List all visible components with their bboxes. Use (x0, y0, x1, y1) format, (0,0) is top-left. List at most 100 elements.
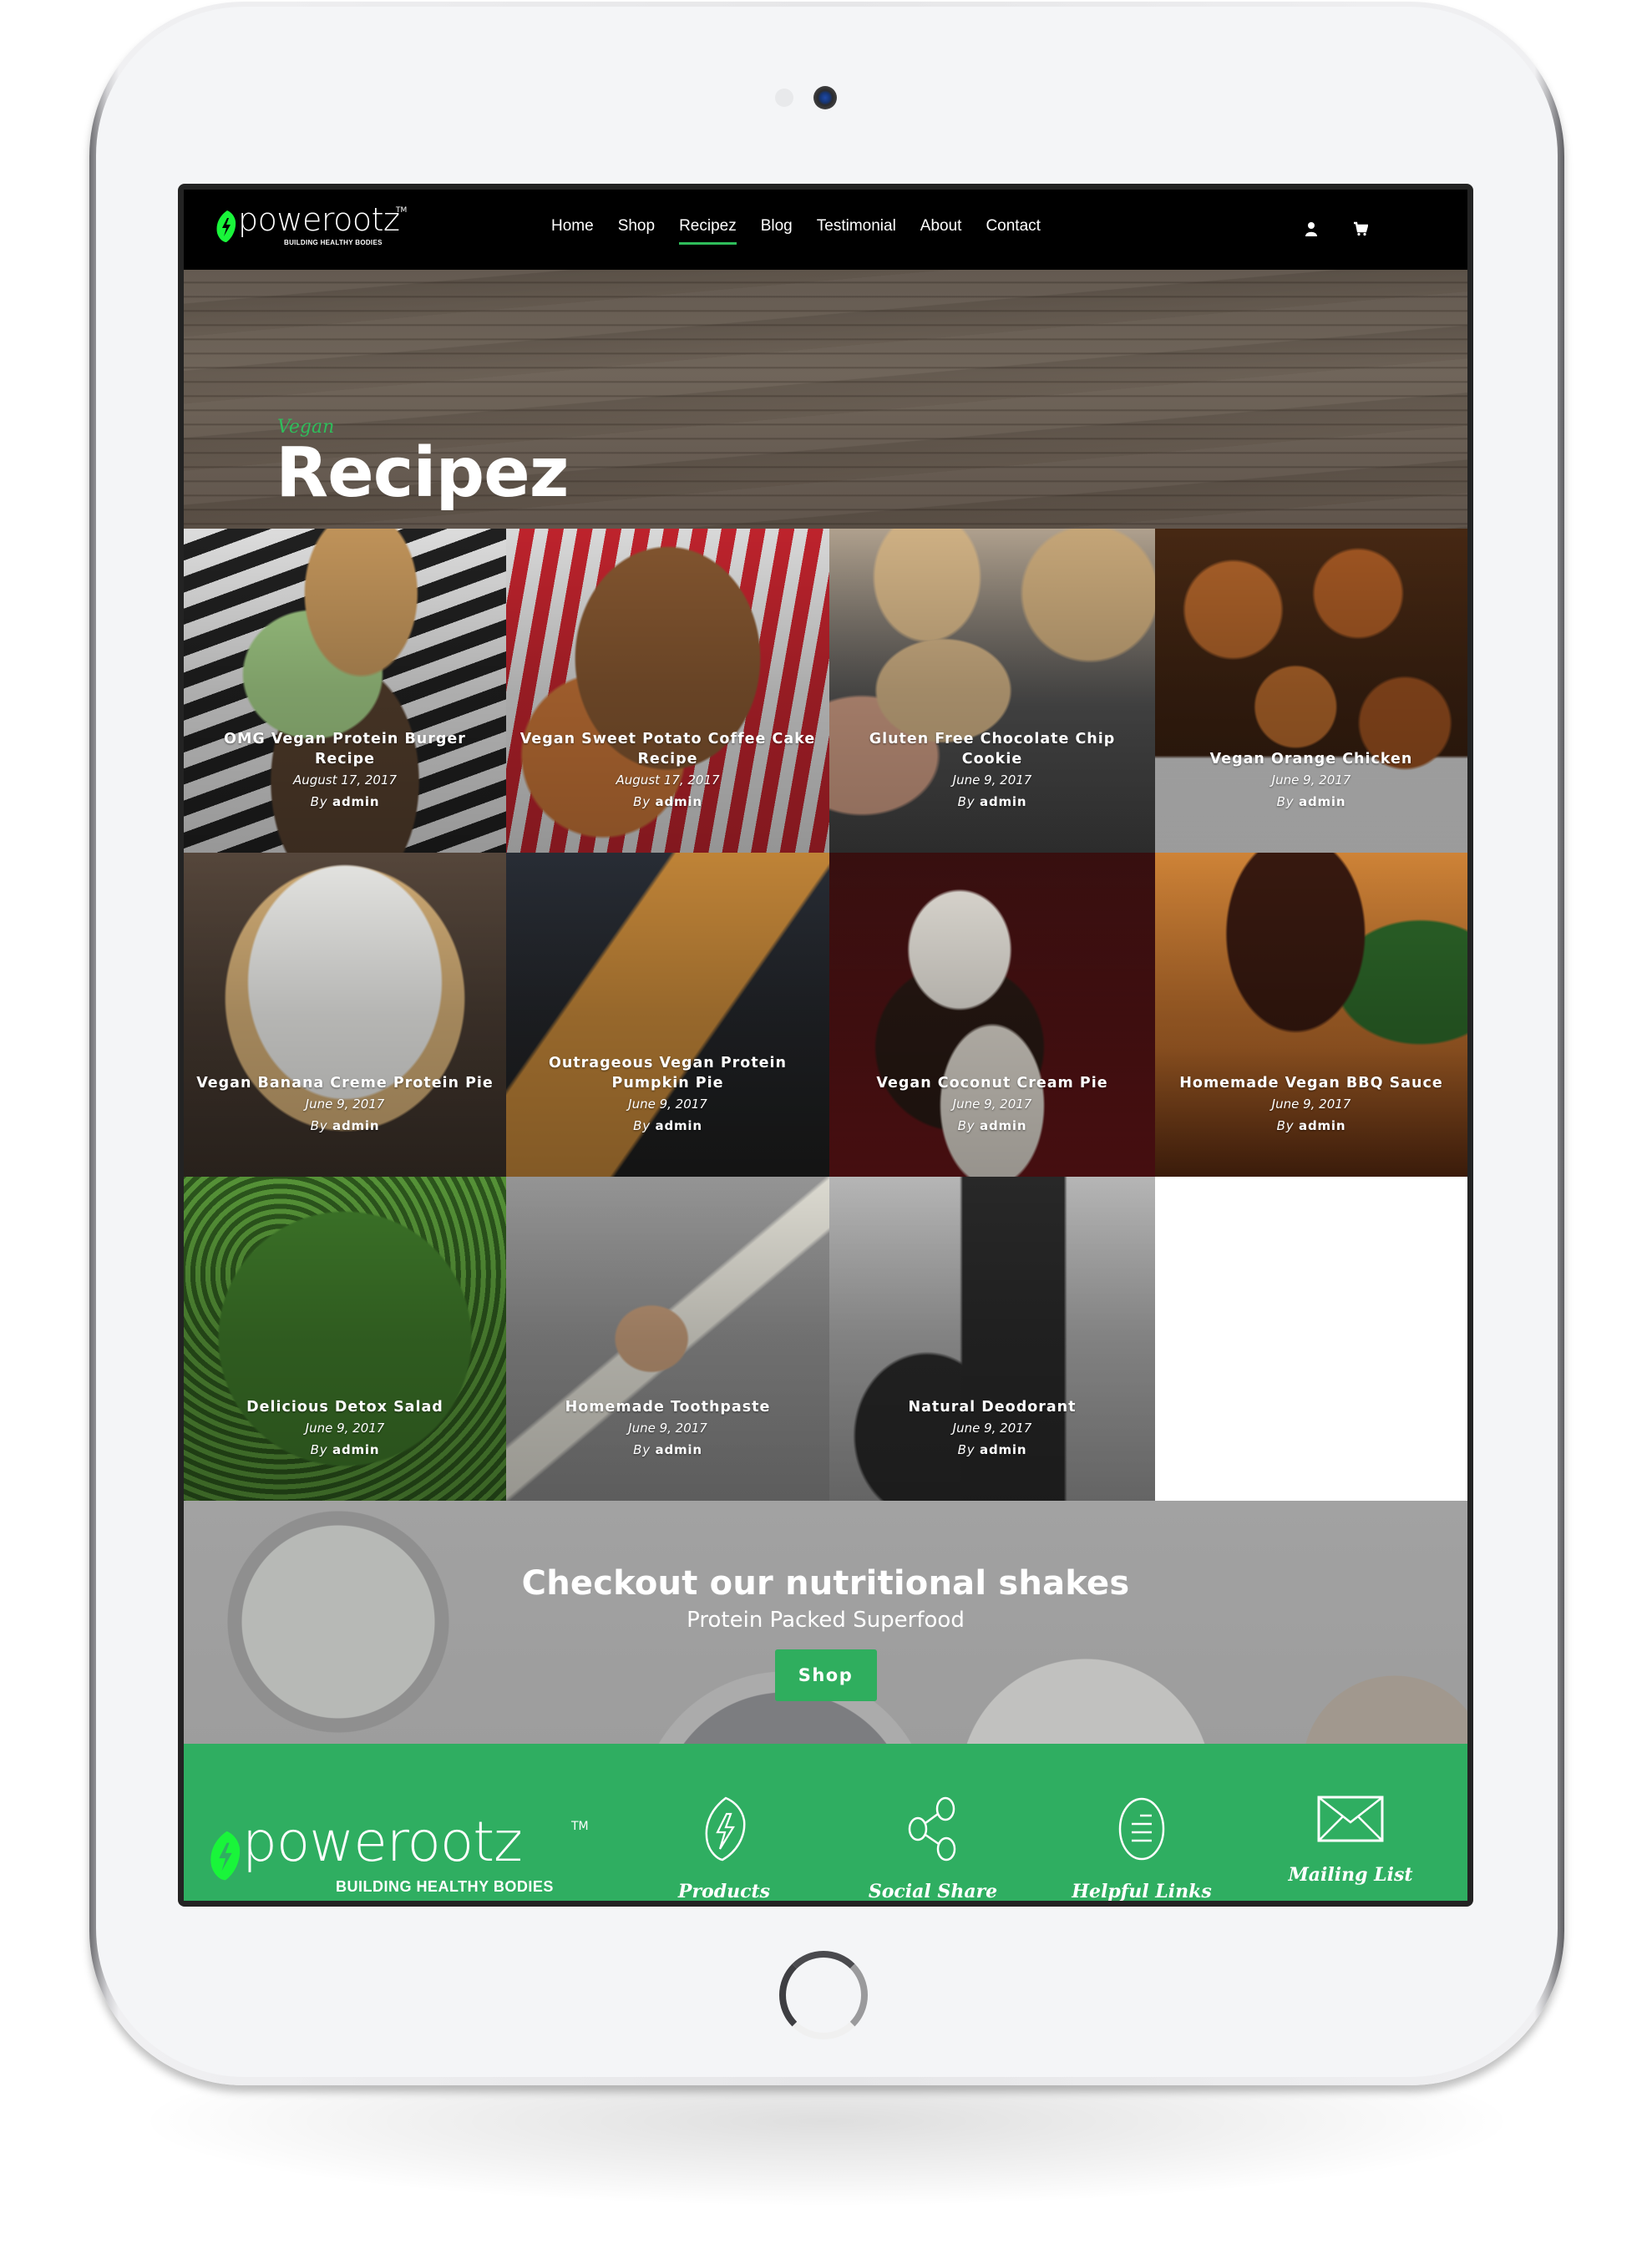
by-label: By (957, 1118, 975, 1133)
author-link[interactable]: admin (980, 1442, 1026, 1457)
page-title: Recipez (276, 433, 570, 513)
by-label: By (957, 1442, 975, 1457)
by-label: By (310, 794, 328, 809)
recipe-card[interactable]: Gluten Free Chocolate Chip Cookie June 9,… (829, 529, 1155, 853)
nav-item-home[interactable]: Home (551, 217, 594, 236)
nav-item-contact[interactable]: Contact (986, 217, 1040, 236)
leaf-bolt-icon (216, 210, 236, 242)
recipe-caption: Homemade Toothpaste June 9, 2017 By admin (518, 1397, 818, 1457)
recipe-date: June 9, 2017 (305, 1421, 385, 1436)
recipe-author: By admin (518, 1118, 818, 1133)
share-icon (908, 1796, 956, 1862)
by-label: By (310, 1442, 328, 1457)
cta-subtitle: Protein Packed Superfood (687, 1608, 965, 1633)
home-button[interactable] (779, 1951, 868, 2039)
recipe-title[interactable]: OMG Vegan Protein Burger Recipe (195, 729, 494, 769)
author-link[interactable]: admin (656, 1442, 702, 1457)
recipe-title[interactable]: Gluten Free Chocolate Chip Cookie (841, 729, 1143, 769)
footer-label: Helpful Links (1072, 1881, 1212, 1901)
recipe-author: By admin (195, 1442, 494, 1457)
recipe-caption: Delicious Detox Salad June 9, 2017 By admi… (195, 1397, 494, 1457)
recipe-title[interactable]: Delicious Detox Salad (195, 1397, 494, 1417)
recipe-card[interactable]: Natural Deodorant June 9, 2017 By admin (829, 1177, 1155, 1501)
recipe-card[interactable]: Vegan Sweet Potato Coffee Cake Recipe Aug… (506, 529, 829, 853)
recipe-title[interactable]: Homemade Vegan BBQ Sauce (1167, 1073, 1456, 1093)
cart-icon[interactable] (1353, 221, 1368, 236)
author-link[interactable]: admin (332, 1442, 379, 1457)
recipe-card[interactable]: Outrageous Vegan Protein Pumpkin Pie June… (506, 853, 829, 1177)
leaf-bolt-icon (210, 1831, 241, 1881)
user-icon[interactable] (1304, 221, 1319, 236)
recipe-card[interactable]: Homemade Vegan BBQ Sauce June 9, 2017 By a… (1155, 853, 1467, 1177)
top-navigation: powerootz TM BUILDING HEALTHY BODIES Hom… (184, 190, 1467, 270)
recipe-card[interactable]: Vegan Banana Creme Protein Pie June 9, 20… (184, 853, 506, 1177)
nav-item-about[interactable]: About (920, 217, 962, 236)
nav-item-shop[interactable]: Shop (618, 217, 655, 236)
by-label: By (633, 1118, 651, 1133)
recipe-card[interactable]: Delicious Detox Salad June 9, 2017 By admi… (184, 1177, 506, 1501)
recipe-title[interactable]: Outrageous Vegan Protein Pumpkin Pie (518, 1053, 818, 1093)
recipe-author: By admin (195, 1118, 494, 1133)
footer-label: Products (677, 1881, 771, 1901)
author-link[interactable]: admin (656, 1118, 702, 1133)
empty-grid-cell (1155, 1177, 1467, 1501)
recipe-caption: OMG Vegan Protein Burger Recipe August 17… (195, 729, 494, 809)
footer-wordmark: powerootz (242, 1810, 523, 1874)
author-link[interactable]: admin (980, 794, 1026, 809)
author-link[interactable]: admin (332, 794, 379, 809)
recipe-caption: Vegan Banana Creme Protein Pie June 9, 20… (195, 1073, 494, 1133)
footer: powerootz TM BUILDING HEALTHY BODIES Pro… (184, 1744, 1467, 1901)
recipe-caption: Natural Deodorant June 9, 2017 By admin (841, 1397, 1143, 1457)
recipe-title[interactable]: Natural Deodorant (841, 1397, 1143, 1417)
trademark: TM (396, 206, 408, 215)
recipe-author: By admin (1167, 1118, 1456, 1133)
recipe-card[interactable]: Vegan Coconut Cream Pie June 9, 2017 By ad… (829, 853, 1155, 1177)
recipe-caption: Vegan Sweet Potato Coffee Cake Recipe Aug… (518, 729, 818, 809)
shakes-cta-banner: Checkout our nutritional shakes Protein … (184, 1501, 1467, 1744)
recipe-date: June 9, 2017 (305, 1097, 385, 1112)
footer-tagline: BUILDING HEALTHY BODIES (336, 1878, 554, 1895)
footer-col-products[interactable]: Products (641, 1796, 808, 1901)
by-label: By (633, 794, 651, 809)
footer-col-mailing[interactable]: Mailing List (1267, 1796, 1434, 1886)
recipe-author: By admin (841, 794, 1143, 809)
nav-item-blog[interactable]: Blog (761, 217, 793, 236)
list-circle-icon (1118, 1797, 1165, 1861)
recipe-date: June 9, 2017 (628, 1097, 707, 1112)
envelope-icon (1317, 1796, 1384, 1842)
cta-title: Checkout our nutritional shakes (521, 1564, 1130, 1603)
author-link[interactable]: admin (980, 1118, 1026, 1133)
recipe-title[interactable]: Homemade Toothpaste (518, 1397, 818, 1417)
recipe-title[interactable]: Vegan Orange Chicken (1167, 749, 1456, 769)
recipe-caption: Homemade Vegan BBQ Sauce June 9, 2017 By a… (1167, 1073, 1456, 1133)
brand-tagline: BUILDING HEALTHY BODIES (284, 239, 383, 246)
recipe-title[interactable]: Vegan Coconut Cream Pie (841, 1073, 1143, 1093)
by-label: By (957, 794, 975, 809)
footer-trademark: TM (571, 1820, 589, 1833)
footer-label: Mailing List (1288, 1864, 1413, 1886)
recipe-date: June 9, 2017 (952, 772, 1032, 788)
nav-item-recipez[interactable]: Recipez (679, 217, 737, 245)
footer-col-links[interactable]: Helpful Links (1058, 1796, 1225, 1901)
recipe-title[interactable]: Vegan Banana Creme Protein Pie (195, 1073, 494, 1093)
nav-item-testimonial[interactable]: Testimonial (817, 217, 896, 236)
by-label: By (1276, 1118, 1295, 1133)
recipe-card[interactable]: Vegan Orange Chicken June 9, 2017 By admin (1155, 529, 1467, 853)
recipe-date: August 17, 2017 (292, 772, 398, 788)
cta-content: Checkout our nutritional shakes Protein … (184, 1564, 1467, 1701)
recipe-author: By admin (841, 1118, 1143, 1133)
author-link[interactable]: admin (332, 1118, 379, 1133)
recipe-title[interactable]: Vegan Sweet Potato Coffee Cake Recipe (518, 729, 818, 769)
recipe-card[interactable]: Homemade Toothpaste June 9, 2017 By admin (506, 1177, 829, 1501)
author-link[interactable]: admin (656, 794, 702, 809)
recipe-card[interactable]: OMG Vegan Protein Burger Recipe August 17… (184, 529, 506, 853)
by-label: By (310, 1118, 328, 1133)
screen: powerootz TM BUILDING HEALTHY BODIES Hom… (184, 190, 1467, 1901)
page-hero: Vegan Recipez (184, 270, 1467, 529)
recipe-date: June 9, 2017 (1271, 1097, 1351, 1112)
author-link[interactable]: admin (1299, 794, 1345, 809)
author-link[interactable]: admin (1299, 1118, 1345, 1133)
footer-col-social[interactable]: Social Share (849, 1796, 1016, 1901)
shop-button[interactable]: Shop (774, 1649, 877, 1701)
recipe-date: June 9, 2017 (1271, 772, 1351, 788)
